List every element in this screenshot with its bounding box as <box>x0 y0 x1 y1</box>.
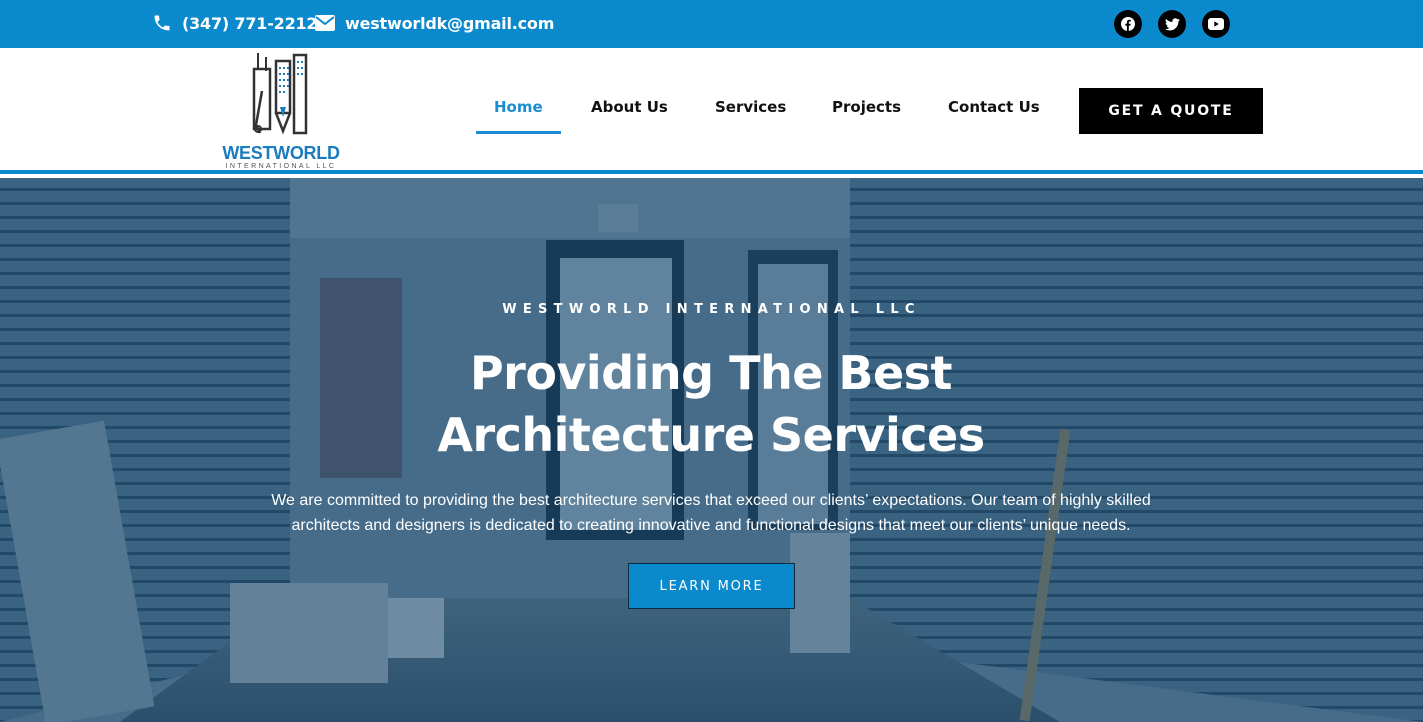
facebook-icon[interactable] <box>1114 10 1142 38</box>
hero-description: We are committed to providing the best a… <box>261 488 1161 538</box>
hero-title: Providing The Best Architecture Services <box>311 342 1111 466</box>
nav-home[interactable]: Home <box>494 98 543 122</box>
building-pencil-logo-icon <box>252 53 308 135</box>
hero-title-line-2: Architecture Services <box>437 408 985 462</box>
hero-eyebrow: WESTWORLD INTERNATIONAL LLC <box>502 302 921 317</box>
phone-number[interactable]: (347) 771-2212 <box>182 14 318 33</box>
top-contact-bar: (347) 771-2212 westworldk@gmail.com <box>0 0 1423 48</box>
nav-services[interactable]: Services <box>715 98 786 122</box>
youtube-icon[interactable] <box>1202 10 1230 38</box>
westworld-logo[interactable]: WESTWORLD INTERNATIONAL LLC <box>216 51 346 173</box>
nav-projects[interactable]: Projects <box>832 98 901 122</box>
hero-description-line-2: architects and designers is dedicated to… <box>291 517 1131 534</box>
hero-section: WESTWORLD INTERNATIONAL LLC Providing Th… <box>0 178 1423 722</box>
learn-more-button[interactable]: LEARN MORE <box>628 563 795 609</box>
logo-name: WESTWORLD <box>222 143 340 163</box>
nav-about-us[interactable]: About Us <box>591 98 668 122</box>
logo-subtitle: INTERNATIONAL LLC <box>225 163 337 170</box>
site-header: WESTWORLD INTERNATIONAL LLC Home About U… <box>0 48 1423 174</box>
nav-active-underline <box>476 131 561 134</box>
envelope-icon <box>315 13 335 33</box>
phone-icon <box>152 13 172 33</box>
twitter-icon[interactable] <box>1158 10 1186 38</box>
hero-description-line-1: We are committed to providing the best a… <box>271 492 1151 509</box>
email-address[interactable]: westworldk@gmail.com <box>345 14 554 33</box>
hero-title-line-1: Providing The Best <box>469 346 953 400</box>
phone-contact[interactable]: (347) 771-2212 <box>152 0 318 46</box>
get-a-quote-button[interactable]: GET A QUOTE <box>1079 88 1263 134</box>
nav-contact-us[interactable]: Contact Us <box>948 98 1040 122</box>
email-contact[interactable]: westworldk@gmail.com <box>315 0 554 46</box>
